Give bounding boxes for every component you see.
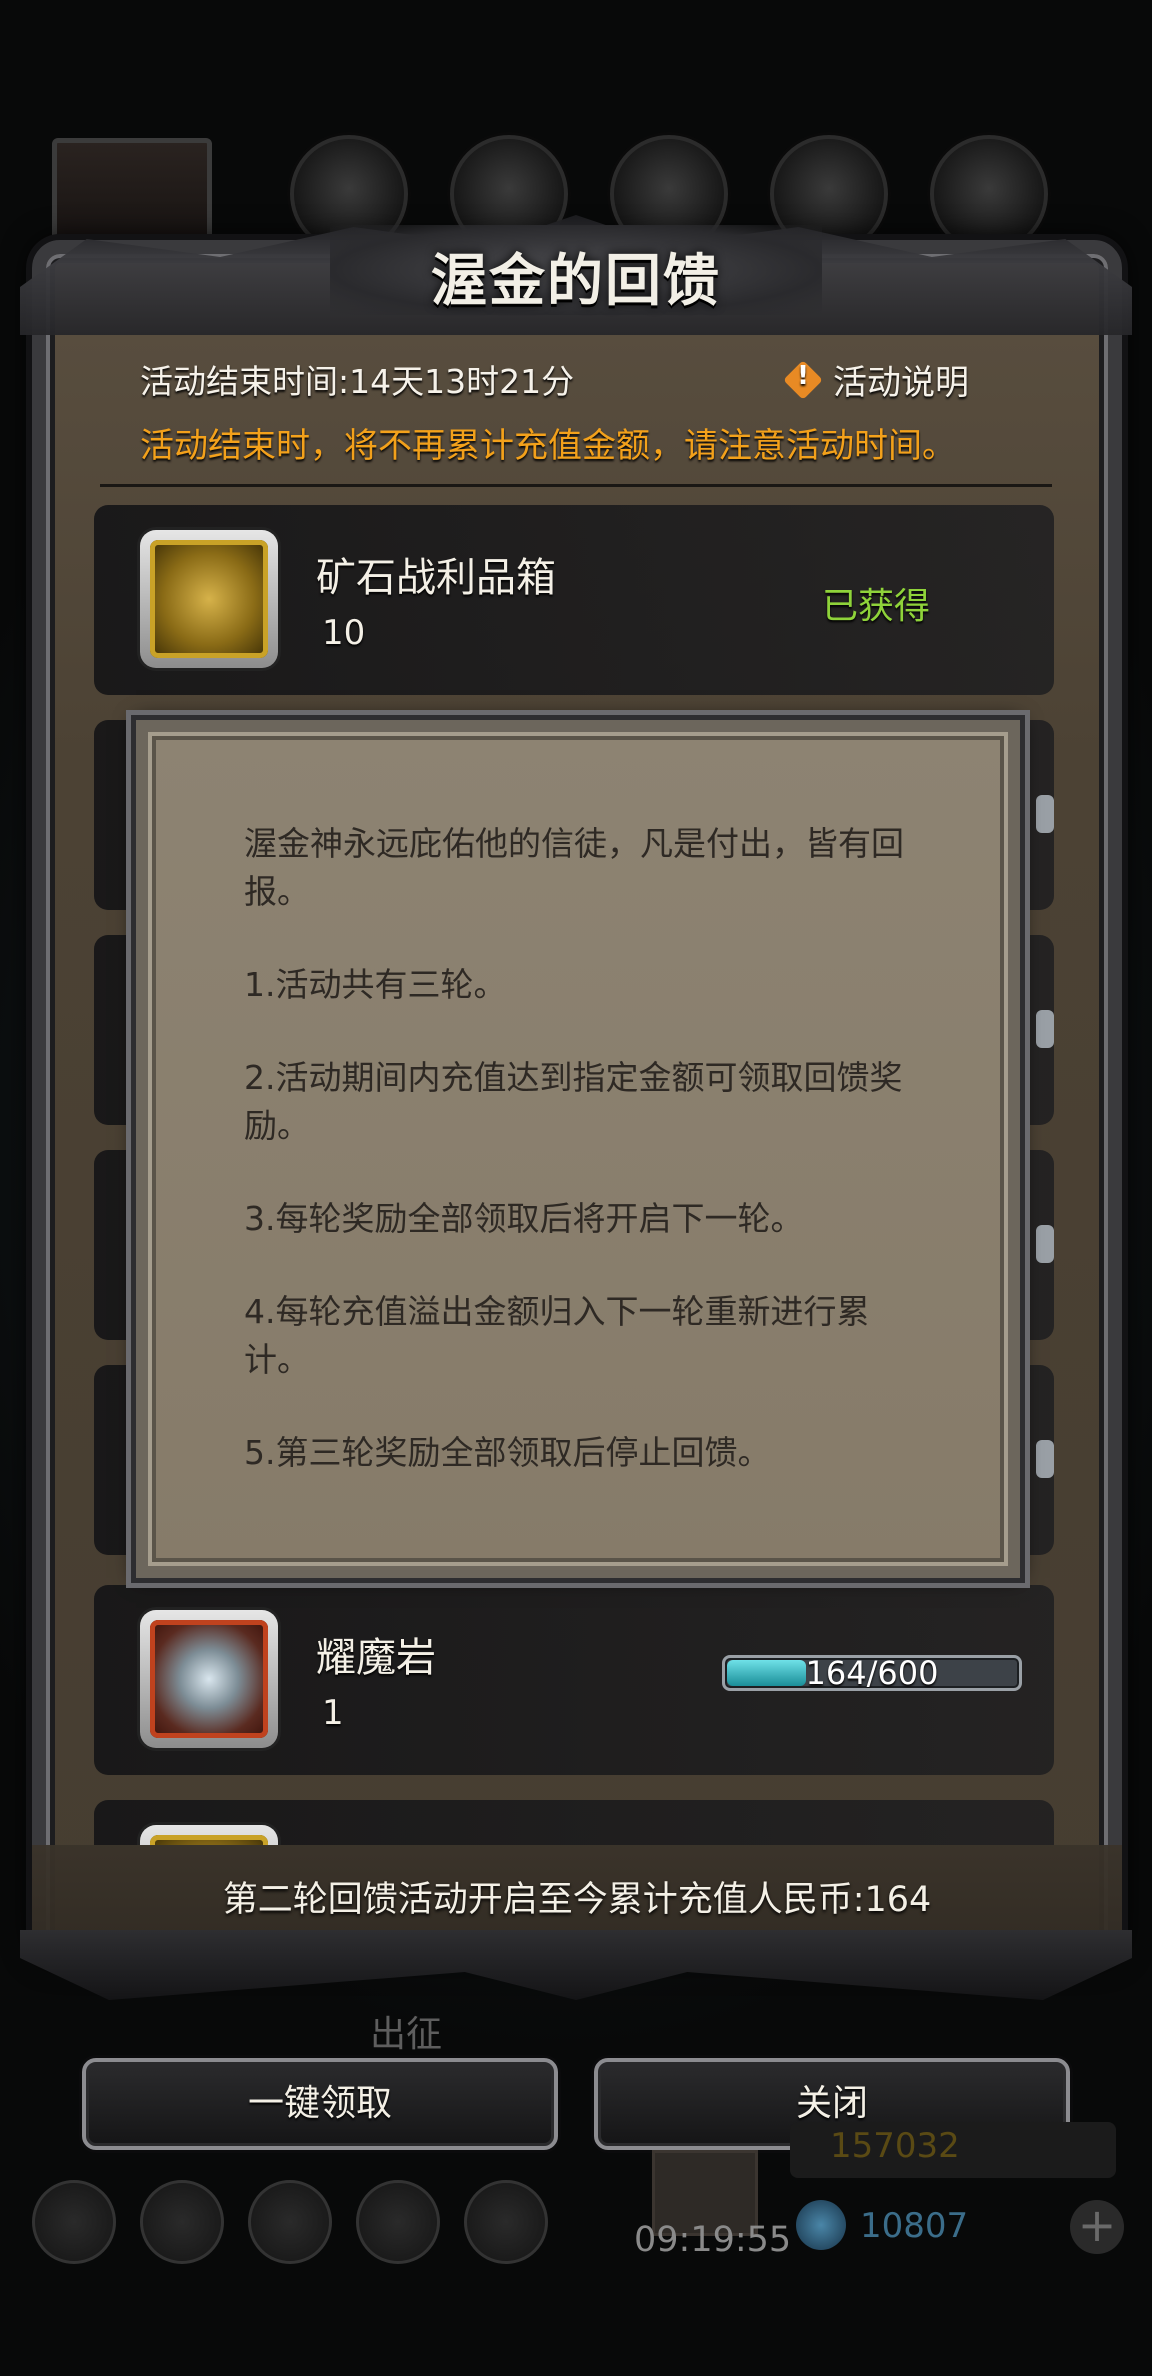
rules-paragraph: 渥金神永远庇佑他的信徒，凡是付出，皆有回报。: [244, 824, 904, 911]
reward-item-slot[interactable]: [140, 1825, 278, 1845]
claim-button[interactable]: [1036, 1440, 1054, 1478]
reward-row: 耀魔岩 1 164/600: [94, 1585, 1054, 1775]
reward-row: 矿石战利品箱 10 已获得: [94, 505, 1054, 695]
reward-name: 矿石战利品箱: [316, 555, 556, 601]
gold-value: 157032: [830, 2126, 960, 2166]
treasure-chest-icon: [150, 540, 268, 658]
add-gems-button[interactable]: +: [1070, 2200, 1124, 2254]
reward-count: 1: [322, 1693, 344, 1733]
expedition-label: 出征: [370, 2014, 443, 2055]
rules-paragraph: 3.每轮奖励全部领取后将开启下一轮。: [244, 1199, 804, 1238]
claim-all-button[interactable]: 一键领取: [82, 2058, 558, 2150]
rules-paragraph: 1.活动共有三轮。: [244, 965, 507, 1004]
rules-paragraph: 4.每轮充值溢出金额归入下一轮重新进行累计。: [244, 1292, 870, 1379]
event-warning-text: 活动结束时，将不再累计充值金额，请注意活动时间。: [140, 426, 956, 466]
event-notice-label: 活动说明: [833, 363, 969, 403]
settings-icon[interactable]: [32, 2180, 116, 2264]
recharge-progress-bar: 164/600: [722, 1655, 1022, 1691]
reward-count: 10: [322, 613, 366, 653]
crystal-ore-icon: [150, 1620, 268, 1738]
reward-status: 已获得: [822, 586, 931, 627]
progress-text: 164/600: [805, 1655, 939, 1691]
rules-paragraph: 2.活动期间内充值达到指定金额可领取回馈奖励。: [244, 1058, 903, 1145]
reward-item-slot[interactable]: [140, 530, 278, 668]
game-clock: 09:19:55: [634, 2220, 792, 2260]
event-notice-button[interactable]: 活动说明: [785, 355, 969, 404]
claim-button[interactable]: [1036, 1010, 1054, 1048]
gem-value: 10807: [860, 2206, 969, 2246]
warning-diamond-icon: [785, 361, 821, 398]
mail-icon[interactable]: [356, 2180, 440, 2264]
reward-row: [94, 1800, 1054, 1845]
event-end-time: 活动结束时间:14天13时21分: [140, 362, 575, 401]
handshake-icon[interactable]: [464, 2180, 548, 2264]
panel-frame-bottom: [20, 1930, 1132, 2000]
event-rules-popup[interactable]: 渥金神永远庇佑他的信徒，凡是付出，皆有回报。 1.活动共有三轮。 2.活动期间内…: [136, 720, 1020, 1578]
claim-button[interactable]: [1036, 795, 1054, 833]
achievement-icon[interactable]: [140, 2180, 224, 2264]
rules-paragraph: 5.第三轮奖励全部领取后停止回馈。: [244, 1433, 771, 1472]
panel-title: 渥金的回馈: [431, 248, 721, 314]
guild-icon[interactable]: [248, 2180, 332, 2264]
gem-icon: [796, 2200, 846, 2250]
claim-button[interactable]: [1036, 1225, 1054, 1263]
reward-item-slot[interactable]: [140, 1610, 278, 1748]
resource-slot-icon: [930, 135, 1048, 253]
divider: [100, 484, 1052, 487]
reward-name: 耀魔岩: [316, 1635, 436, 1681]
treasure-chest-icon: [150, 1835, 268, 1845]
event-rules-text: 渥金神永远庇佑他的信徒，凡是付出，皆有回报。 1.活动共有三轮。 2.活动期间内…: [244, 820, 934, 1522]
